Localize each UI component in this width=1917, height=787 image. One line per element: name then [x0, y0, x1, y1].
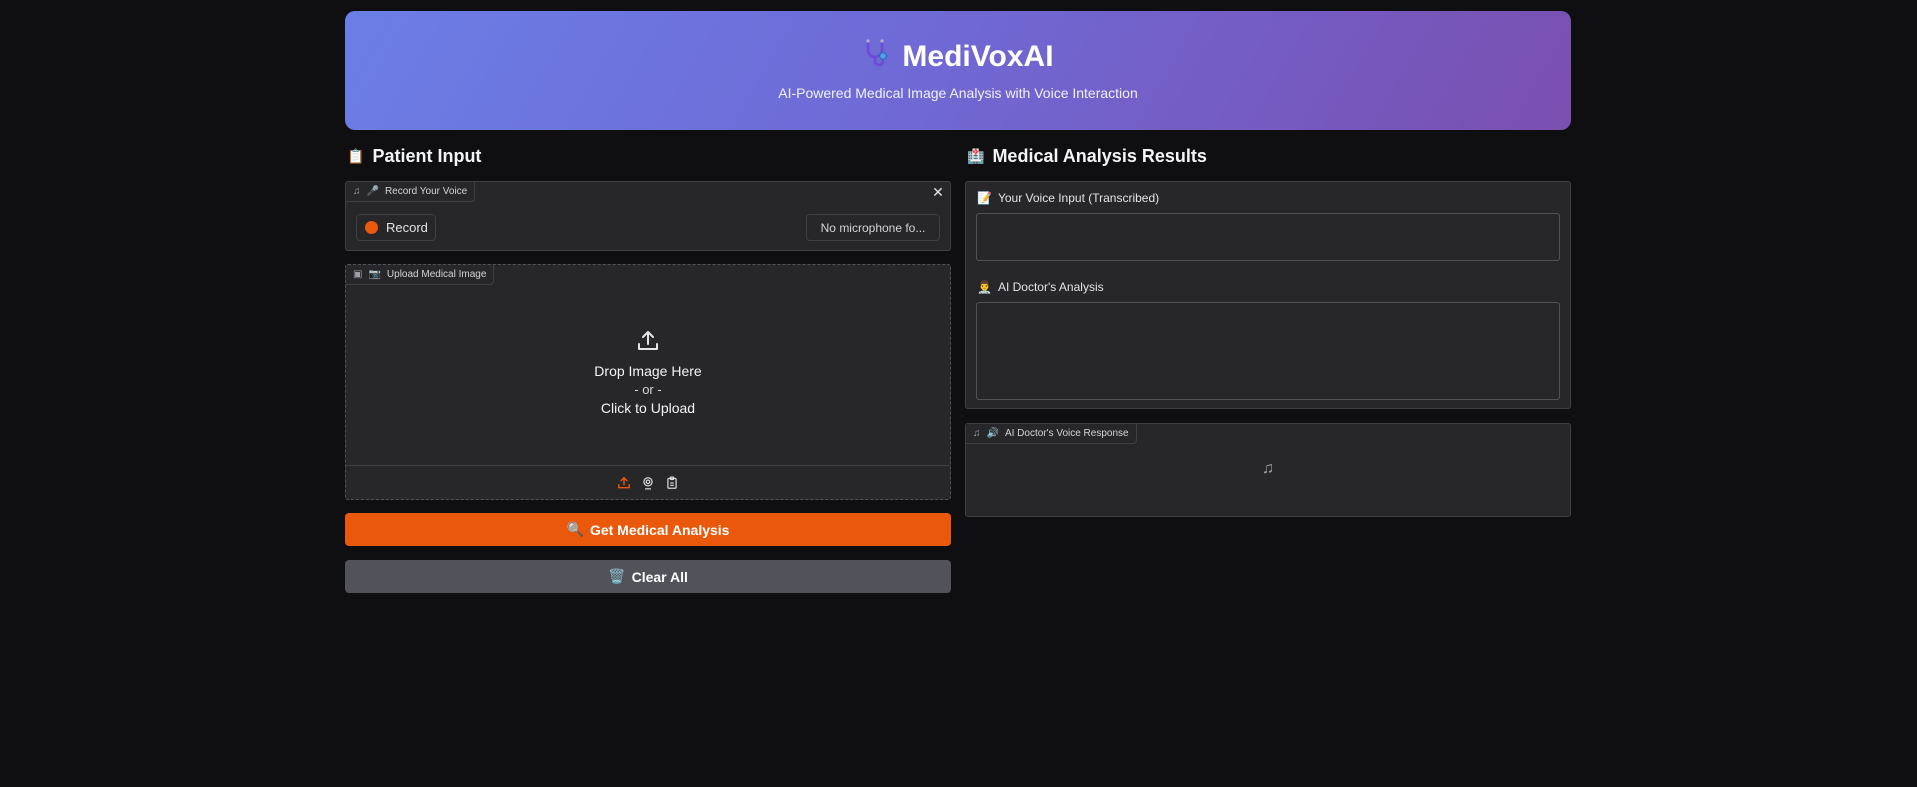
image-upload-label: Upload Medical Image	[386, 269, 487, 280]
voice-recorder-panel: ♫ 🎤 Record Your Voice ✕ Record No microp…	[345, 181, 951, 251]
microphone-select[interactable]: No microphone fo...	[806, 214, 940, 241]
voice-response-label: AI Doctor's Voice Response	[1004, 428, 1129, 439]
app-header-banner: MediVoxAI AI-Powered Medical Image Analy…	[345, 11, 1571, 130]
analysis-textbox[interactable]	[976, 302, 1560, 400]
patient-input-title: Patient Input	[372, 146, 482, 166]
app-subtitle: AI-Powered Medical Image Analysis with V…	[778, 85, 1138, 101]
app-title-row: MediVoxAI	[345, 38, 1571, 76]
voice-response-panel: ♫ 🔊 AI Doctor's Voice Response ♫	[965, 423, 1571, 517]
record-button-label: Record	[386, 220, 428, 235]
analysis-label-row: 👨‍⚕️ AI Doctor's Analysis	[977, 280, 1104, 294]
memo-icon: 📝	[977, 191, 992, 205]
speaker-icon: 🔊	[986, 428, 999, 439]
camera-icon: 📷	[368, 269, 381, 280]
image-upload-tag: ▣ 📷 Upload Medical Image	[346, 265, 495, 285]
clear-all-label: Clear All	[631, 568, 688, 585]
get-medical-analysis-label: Get Medical Analysis	[589, 521, 730, 538]
image-source-bar	[346, 465, 950, 499]
clipboard-source-icon[interactable]	[664, 475, 680, 491]
image-upload-panel: ▣ 📷 Upload Medical Image Drop Image Here…	[345, 264, 951, 500]
clear-all-button[interactable]: 🗑️ Clear All	[345, 560, 951, 593]
hospital-icon: 🏥	[967, 148, 985, 164]
voice-recorder-label: Record Your Voice	[384, 186, 468, 197]
transcription-label: Your Voice Input (Transcribed)	[997, 191, 1160, 205]
app-title: MediVoxAI	[902, 40, 1054, 73]
music-note-icon: ♫	[353, 186, 361, 197]
music-note-icon: ♫	[973, 428, 981, 439]
results-title: Medical Analysis Results	[992, 146, 1207, 166]
drop-image-text: Drop Image Here	[594, 363, 702, 379]
close-icon[interactable]: ✕	[930, 184, 946, 200]
upload-icon	[636, 329, 660, 356]
analysis-label: AI Doctor's Analysis	[997, 280, 1104, 294]
results-heading: 🏥 Medical Analysis Results	[967, 146, 1207, 167]
voice-recorder-tag: ♫ 🎤 Record Your Voice	[346, 182, 476, 202]
click-to-upload-text: Click to Upload	[600, 400, 696, 416]
transcription-label-row: 📝 Your Voice Input (Transcribed)	[977, 191, 1159, 205]
magnifier-icon: 🔍	[566, 521, 584, 537]
audio-placeholder-icon: ♫	[1262, 460, 1274, 477]
image-icon: ▣	[353, 269, 363, 280]
clipboard-icon: 📋	[347, 148, 365, 164]
webcam-source-icon[interactable]	[640, 475, 656, 491]
patient-input-heading: 📋 Patient Input	[347, 146, 481, 167]
get-medical-analysis-button[interactable]: 🔍 Get Medical Analysis	[345, 513, 951, 546]
record-button[interactable]: Record	[356, 214, 436, 241]
record-dot-icon	[365, 221, 378, 234]
trash-icon: 🗑️	[608, 568, 626, 584]
results-panel: 📝 Your Voice Input (Transcribed) 👨‍⚕️ AI…	[965, 181, 1571, 409]
or-text: - or -	[634, 382, 662, 397]
transcription-textbox[interactable]	[976, 213, 1560, 261]
microphone-icon: 🎤	[366, 186, 379, 197]
upload-source-icon[interactable]	[616, 475, 632, 491]
doctor-icon: 👨‍⚕️	[977, 280, 992, 294]
image-dropzone[interactable]: Drop Image Here - or - Click to Upload	[346, 285, 950, 460]
stethoscope-icon	[862, 38, 892, 76]
voice-response-tag: ♫ 🔊 AI Doctor's Voice Response	[966, 424, 1137, 444]
